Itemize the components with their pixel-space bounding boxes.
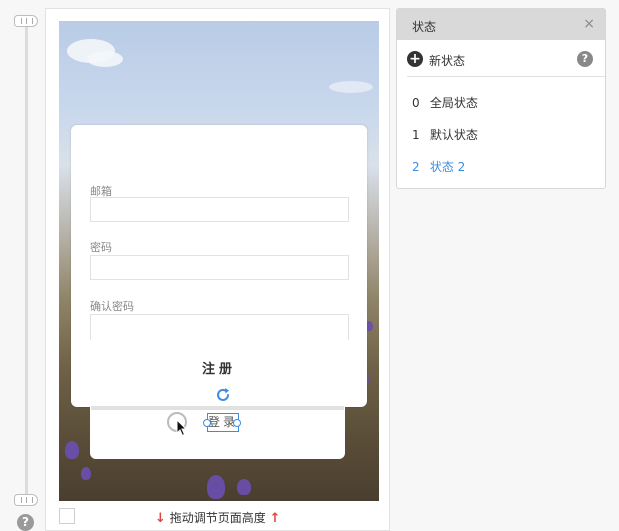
help-icon[interactable]: ?	[17, 514, 34, 531]
states-panel: 状态 × + 新状态 ? 0 全局状态 1 默认状态 2 状态 2	[396, 8, 606, 189]
confirm-password-field[interactable]	[90, 314, 349, 340]
card-divider	[91, 406, 344, 410]
state-item[interactable]: 1 默认状态	[412, 126, 478, 143]
state-index: 2	[412, 160, 420, 174]
state-label: 全局状态	[429, 96, 478, 110]
state-label: 状态 2	[429, 160, 466, 174]
password-field[interactable]	[90, 255, 349, 280]
arrow-down-icon: ↓	[155, 511, 166, 526]
bottom-slider-handle[interactable]	[14, 494, 38, 506]
new-state-label: 新状态	[429, 54, 466, 68]
close-icon[interactable]: ×	[583, 16, 595, 32]
top-slider-handle[interactable]	[14, 15, 38, 27]
register-button[interactable]: 注册	[71, 358, 367, 377]
state-index: 0	[412, 96, 420, 110]
add-circle-icon: +	[407, 51, 423, 67]
password-label: 密码	[90, 241, 112, 254]
selection-handle-right[interactable]	[233, 419, 241, 427]
confirm-password-label: 确认密码	[90, 300, 134, 313]
drag-hint-text: 拖动调节页面高度	[169, 511, 266, 525]
bottom-checkbox[interactable]	[59, 508, 75, 524]
panel-divider	[407, 76, 605, 77]
help-icon[interactable]: ?	[577, 51, 593, 67]
arrow-up-icon: ↑	[269, 511, 281, 526]
refresh-icon[interactable]	[214, 386, 232, 404]
state-item-active[interactable]: 2 状态 2	[412, 158, 465, 175]
states-panel-title: 状态	[412, 20, 437, 34]
state-item[interactable]: 0 全局状态	[412, 94, 478, 111]
selection-handle-left[interactable]	[203, 419, 211, 427]
drag-hint: ↓ 拖动调节页面高度 ↑	[155, 509, 280, 526]
state-index: 1	[412, 128, 420, 142]
state-label: 默认状态	[429, 128, 478, 142]
states-panel-header: 状态 ×	[397, 9, 605, 40]
cursor-icon	[176, 419, 188, 437]
email-field[interactable]	[90, 197, 349, 222]
page-height-rail	[25, 22, 28, 504]
